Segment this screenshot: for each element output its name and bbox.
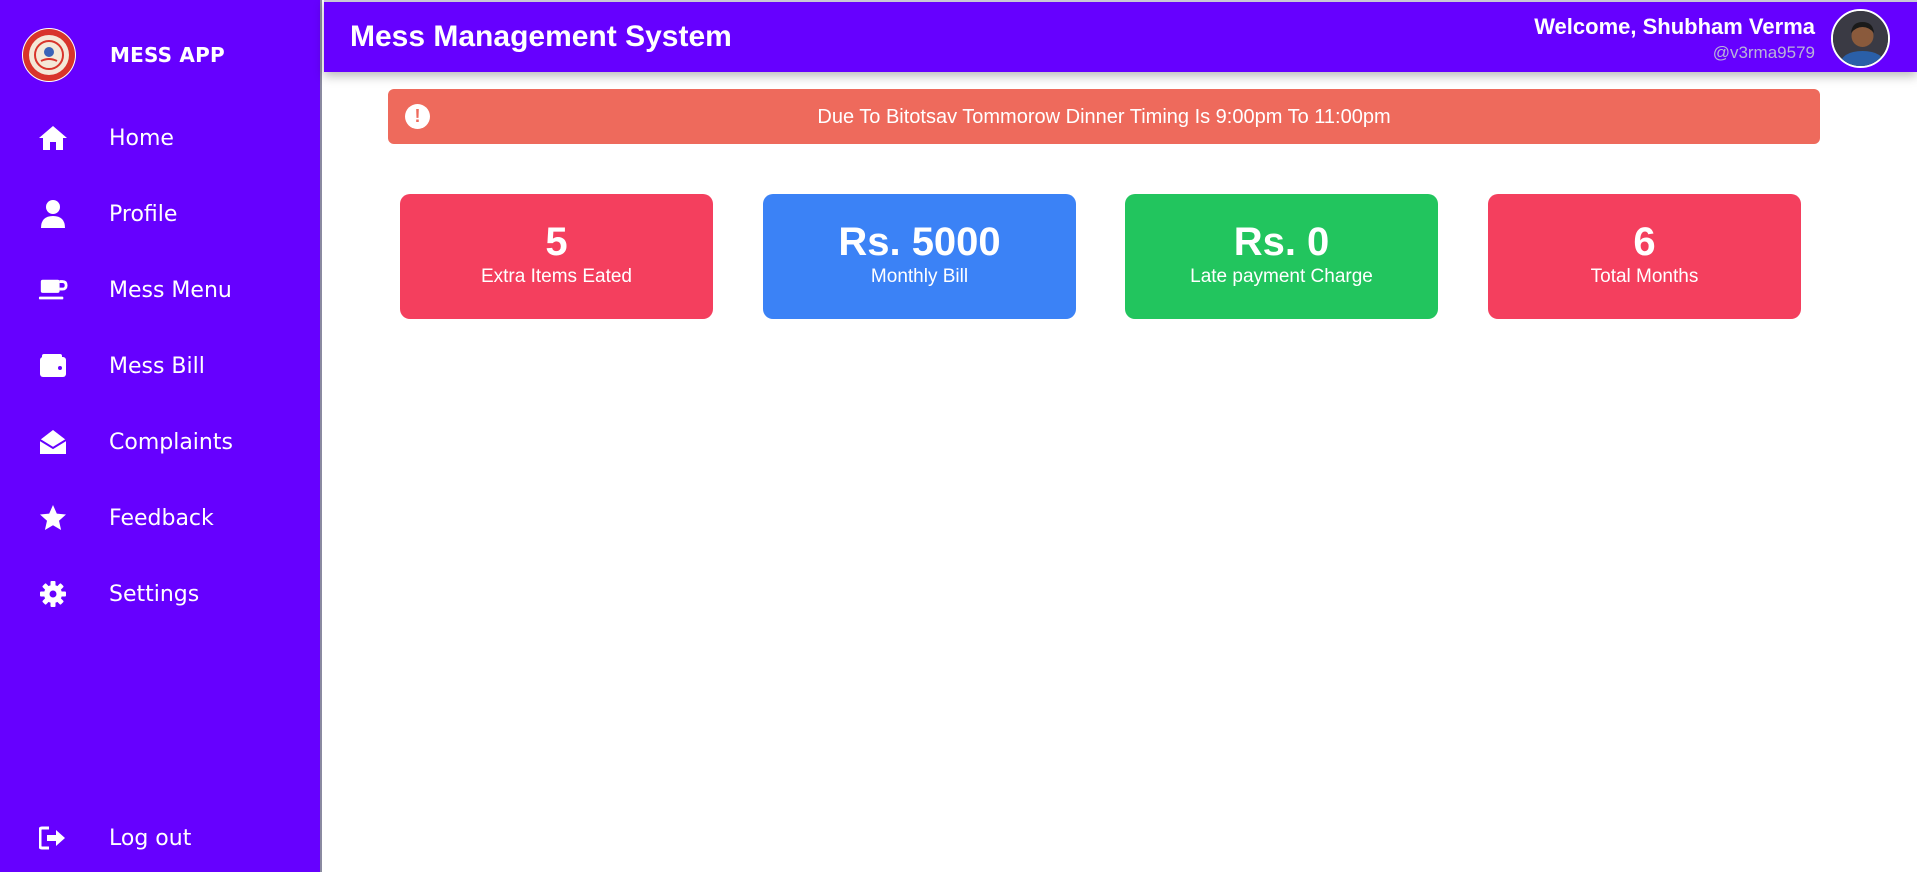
sidebar: MESS APP Home Profile Mess Menu Mess Bil…	[0, 0, 322, 872]
card-label: Monthly Bill	[870, 266, 969, 287]
brand[interactable]: MESS APP	[22, 27, 225, 83]
home-icon	[38, 123, 68, 153]
coffee-cup-icon	[38, 275, 68, 305]
institute-seal-icon	[22, 28, 76, 82]
card-value: Rs. 5000	[838, 220, 1001, 264]
alert-banner: ! Due To Bitotsav Tommorow Dinner Timing…	[388, 89, 1820, 144]
sidebar-item-label: Mess Menu	[109, 277, 232, 303]
sidebar-item-label: Complaints	[109, 429, 233, 455]
user-icon	[38, 199, 68, 229]
sidebar-item-complaints[interactable]: Complaints	[0, 414, 320, 470]
sidebar-item-label: Profile	[109, 201, 178, 227]
page-title: Mess Management System	[350, 20, 732, 53]
envelope-open-icon	[38, 427, 68, 457]
logout-label: Log out	[109, 825, 192, 851]
avatar[interactable]	[1831, 9, 1890, 68]
stat-card-late-charge: Rs. 0 Late payment Charge	[1125, 194, 1438, 319]
sidebar-item-home[interactable]: Home	[0, 110, 320, 166]
wallet-icon	[38, 351, 68, 381]
brand-name: MESS APP	[110, 43, 225, 67]
sidebar-item-profile[interactable]: Profile	[0, 186, 320, 242]
card-label: Total Months	[1590, 266, 1699, 287]
sidebar-item-mess-menu[interactable]: Mess Menu	[0, 262, 320, 318]
sidebar-item-label: Home	[109, 125, 174, 151]
gear-icon	[38, 579, 68, 609]
sidebar-item-label: Settings	[109, 581, 200, 607]
top-bar: Mess Management System Welcome, Shubham …	[324, 0, 1917, 72]
card-label: Extra Items Eated	[480, 266, 632, 287]
logout-button[interactable]: Log out	[0, 810, 320, 866]
user-welcome: Welcome, Shubham Verma @v3rma9579	[1534, 14, 1815, 63]
star-icon	[38, 503, 68, 533]
card-value: Rs. 0	[1233, 220, 1330, 264]
card-value: 5	[545, 220, 568, 264]
card-value: 6	[1633, 220, 1656, 264]
sidebar-item-label: Mess Bill	[109, 353, 205, 379]
alert-text: Due To Bitotsav Tommorow Dinner Timing I…	[817, 106, 1391, 128]
user-handle: @v3rma9579	[1712, 43, 1815, 62]
sign-out-icon	[38, 823, 68, 853]
card-label: Late payment Charge	[1190, 266, 1373, 287]
sidebar-item-feedback[interactable]: Feedback	[0, 490, 320, 546]
stat-card-extra-items: 5 Extra Items Eated	[400, 194, 713, 319]
sidebar-item-settings[interactable]: Settings	[0, 566, 320, 622]
stat-card-monthly-bill: Rs. 5000 Monthly Bill	[763, 194, 1076, 319]
stat-card-total-months: 6 Total Months	[1488, 194, 1801, 319]
sidebar-item-label: Feedback	[109, 505, 214, 531]
sidebar-item-mess-bill[interactable]: Mess Bill	[0, 338, 320, 394]
welcome-text: Welcome, Shubham Verma	[1534, 14, 1815, 39]
